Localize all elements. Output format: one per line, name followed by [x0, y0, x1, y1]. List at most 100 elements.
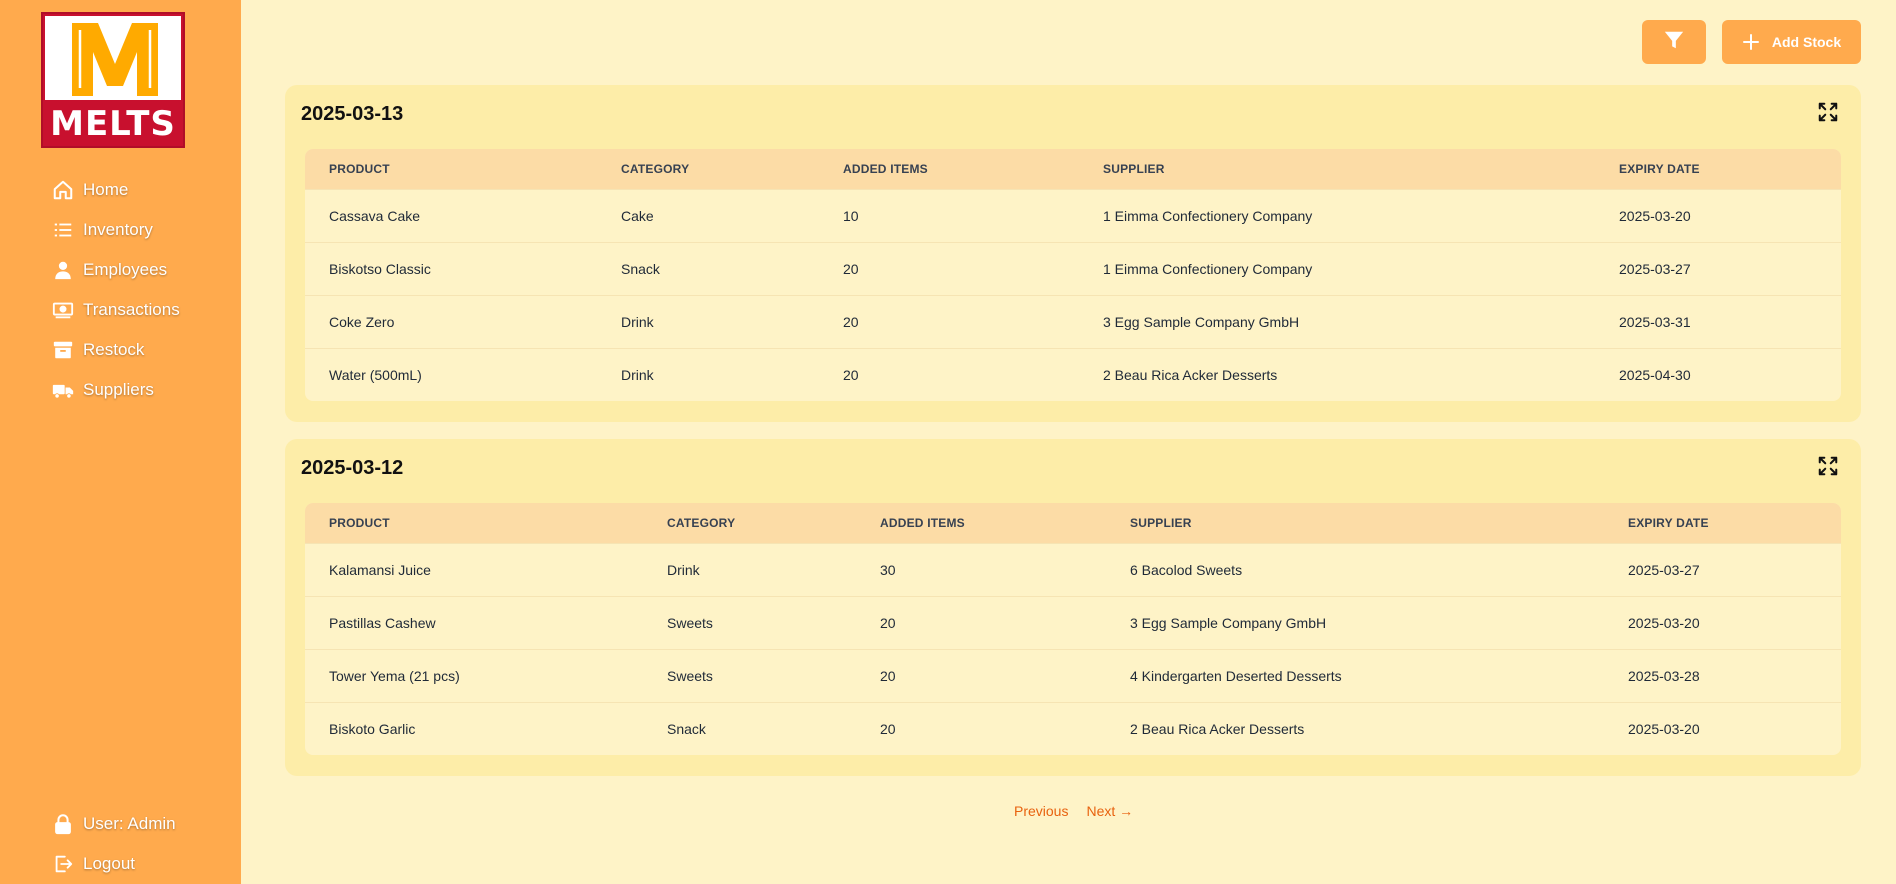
cell-added-items: 20: [843, 314, 859, 330]
sidebar-item-inventory[interactable]: Inventory: [52, 210, 180, 250]
cell-expiry-date: 2025-03-20: [1619, 208, 1691, 224]
column-header: CATEGORY: [667, 516, 736, 530]
sidebar-item-restock[interactable]: Restock: [52, 330, 180, 370]
sidebar-item-label: Suppliers: [83, 380, 154, 399]
cell-expiry-date: 2025-03-28: [1628, 668, 1700, 684]
cell-product: Kalamansi Juice: [329, 562, 431, 578]
cell-product: Biskotso Classic: [329, 261, 431, 277]
sidebar-item-home[interactable]: Home: [52, 170, 180, 210]
sidebar-item-label: Employees: [83, 260, 168, 279]
cell-added-items: 20: [880, 721, 896, 737]
cell-category: Drink: [621, 314, 654, 330]
cell-added-items: 10: [843, 208, 859, 224]
table-row[interactable]: Biskotso Classic Snack 20 1 Eimma Confec…: [305, 242, 1841, 295]
logo-emblem: [45, 16, 181, 100]
cell-category: Snack: [621, 261, 660, 277]
pagination: Previous Next →: [1014, 803, 1133, 819]
group-date-title: 2025-03-13: [301, 103, 404, 125]
cell-expiry-date: 2025-03-27: [1619, 261, 1691, 277]
user-account[interactable]: User: Admin: [52, 804, 176, 844]
sidebar-footer: User: Admin Logout: [52, 804, 176, 884]
table-row[interactable]: Water (500mL) Drink 20 2 Beau Rica Acker…: [305, 348, 1841, 401]
melts-logo[interactable]: MELTS: [41, 12, 185, 148]
filter-icon: [1663, 29, 1685, 56]
restock-table: PRODUCT CATEGORY ADDED ITEMS SUPPLIER EX…: [305, 503, 1841, 755]
previous-link[interactable]: Previous: [1014, 803, 1068, 819]
add-stock-label: Add Stock: [1771, 34, 1842, 50]
cell-supplier: 1 Eimma Confectionery Company: [1103, 261, 1313, 277]
cell-expiry-date: 2025-04-30: [1619, 367, 1691, 383]
cell-expiry-date: 2025-03-20: [1628, 721, 1700, 737]
sidebar: MELTS Home Inventory Employees Transacti…: [0, 0, 241, 884]
cell-added-items: 20: [843, 367, 859, 383]
restock-table: PRODUCT CATEGORY ADDED ITEMS SUPPLIER EX…: [305, 149, 1841, 401]
cell-expiry-date: 2025-03-27: [1628, 562, 1700, 578]
logout-button[interactable]: Logout: [52, 844, 176, 884]
cell-added-items: 20: [880, 668, 896, 684]
sidebar-item-label: Restock: [83, 340, 145, 359]
lock-icon: [52, 813, 74, 835]
cell-product: Coke Zero: [329, 314, 395, 330]
column-header: EXPIRY DATE: [1619, 162, 1700, 176]
truck-icon: [52, 379, 74, 401]
table-header: PRODUCT CATEGORY ADDED ITEMS SUPPLIER EX…: [305, 149, 1841, 189]
table-header: PRODUCT CATEGORY ADDED ITEMS SUPPLIER EX…: [305, 503, 1841, 543]
cell-product: Tower Yema (21 pcs): [329, 668, 460, 684]
user-label: User: Admin: [83, 814, 176, 833]
table-row[interactable]: Kalamansi Juice Drink 30 6 Bacolod Sweet…: [305, 543, 1841, 596]
table-row[interactable]: Tower Yema (21 pcs) Sweets 20 4 Kinderga…: [305, 649, 1841, 702]
cell-product: Cassava Cake: [329, 208, 421, 224]
add-stock-button[interactable]: Add Stock: [1722, 20, 1861, 64]
logo-text: MELTS: [50, 104, 176, 144]
logout-icon: [52, 853, 74, 875]
cell-expiry-date: 2025-03-31: [1619, 314, 1691, 330]
cell-supplier: 2 Beau Rica Acker Desserts: [1130, 721, 1305, 737]
table-row[interactable]: Pastillas Cashew Sweets 20 3 Egg Sample …: [305, 596, 1841, 649]
plus-icon: [1742, 33, 1760, 51]
sidebar-item-label: Transactions: [83, 300, 180, 319]
cell-product: Pastillas Cashew: [329, 615, 436, 631]
column-header: SUPPLIER: [1103, 162, 1165, 176]
restock-group-card: 2025-03-13 PRODUCT CATEGORY ADDED ITEMS …: [285, 85, 1861, 422]
sidebar-item-suppliers[interactable]: Suppliers: [52, 370, 180, 410]
user-icon: [52, 259, 74, 281]
cell-supplier: 1 Eimma Confectionery Company: [1103, 208, 1313, 224]
table-row[interactable]: Biskoto Garlic Snack 20 2 Beau Rica Acke…: [305, 702, 1841, 755]
restock-group-card: 2025-03-12 PRODUCT CATEGORY ADDED ITEMS …: [285, 439, 1861, 776]
column-header: ADDED ITEMS: [843, 162, 928, 176]
cell-category: Drink: [621, 367, 654, 383]
cell-category: Snack: [667, 721, 706, 737]
cell-supplier: 3 Egg Sample Company GmbH: [1130, 615, 1327, 631]
cell-supplier: 6 Bacolod Sweets: [1130, 562, 1243, 578]
logout-label: Logout: [83, 854, 135, 873]
cell-category: Sweets: [667, 668, 713, 684]
cell-supplier: 2 Beau Rica Acker Desserts: [1103, 367, 1278, 383]
home-icon: [52, 179, 74, 201]
column-header: SUPPLIER: [1130, 516, 1192, 530]
cell-added-items: 20: [843, 261, 859, 277]
column-header: EXPIRY DATE: [1628, 516, 1709, 530]
column-header: CATEGORY: [621, 162, 690, 176]
next-link[interactable]: Next →: [1086, 803, 1133, 819]
expand-icon[interactable]: [1817, 455, 1839, 477]
expand-icon[interactable]: [1817, 101, 1839, 123]
list-icon: [52, 219, 74, 241]
money-icon: [52, 299, 74, 321]
sidebar-item-label: Home: [83, 180, 129, 199]
cell-expiry-date: 2025-03-20: [1628, 615, 1700, 631]
cell-added-items: 30: [880, 562, 896, 578]
archive-icon: [52, 339, 74, 361]
cell-category: Sweets: [667, 615, 713, 631]
table-row[interactable]: Coke Zero Drink 20 3 Egg Sample Company …: [305, 295, 1841, 348]
sidebar-item-label: Inventory: [83, 220, 153, 239]
column-header: PRODUCT: [329, 516, 390, 530]
sidebar-item-transactions[interactable]: Transactions: [52, 290, 180, 330]
cell-category: Cake: [621, 208, 654, 224]
column-header: ADDED ITEMS: [880, 516, 965, 530]
filter-button[interactable]: [1642, 20, 1706, 64]
sidebar-nav: Home Inventory Employees Transactions Re…: [52, 170, 180, 410]
cell-category: Drink: [667, 562, 700, 578]
cell-supplier: 4 Kindergarten Deserted Desserts: [1130, 668, 1342, 684]
sidebar-item-employees[interactable]: Employees: [52, 250, 180, 290]
table-row[interactable]: Cassava Cake Cake 10 1 Eimma Confectione…: [305, 189, 1841, 242]
